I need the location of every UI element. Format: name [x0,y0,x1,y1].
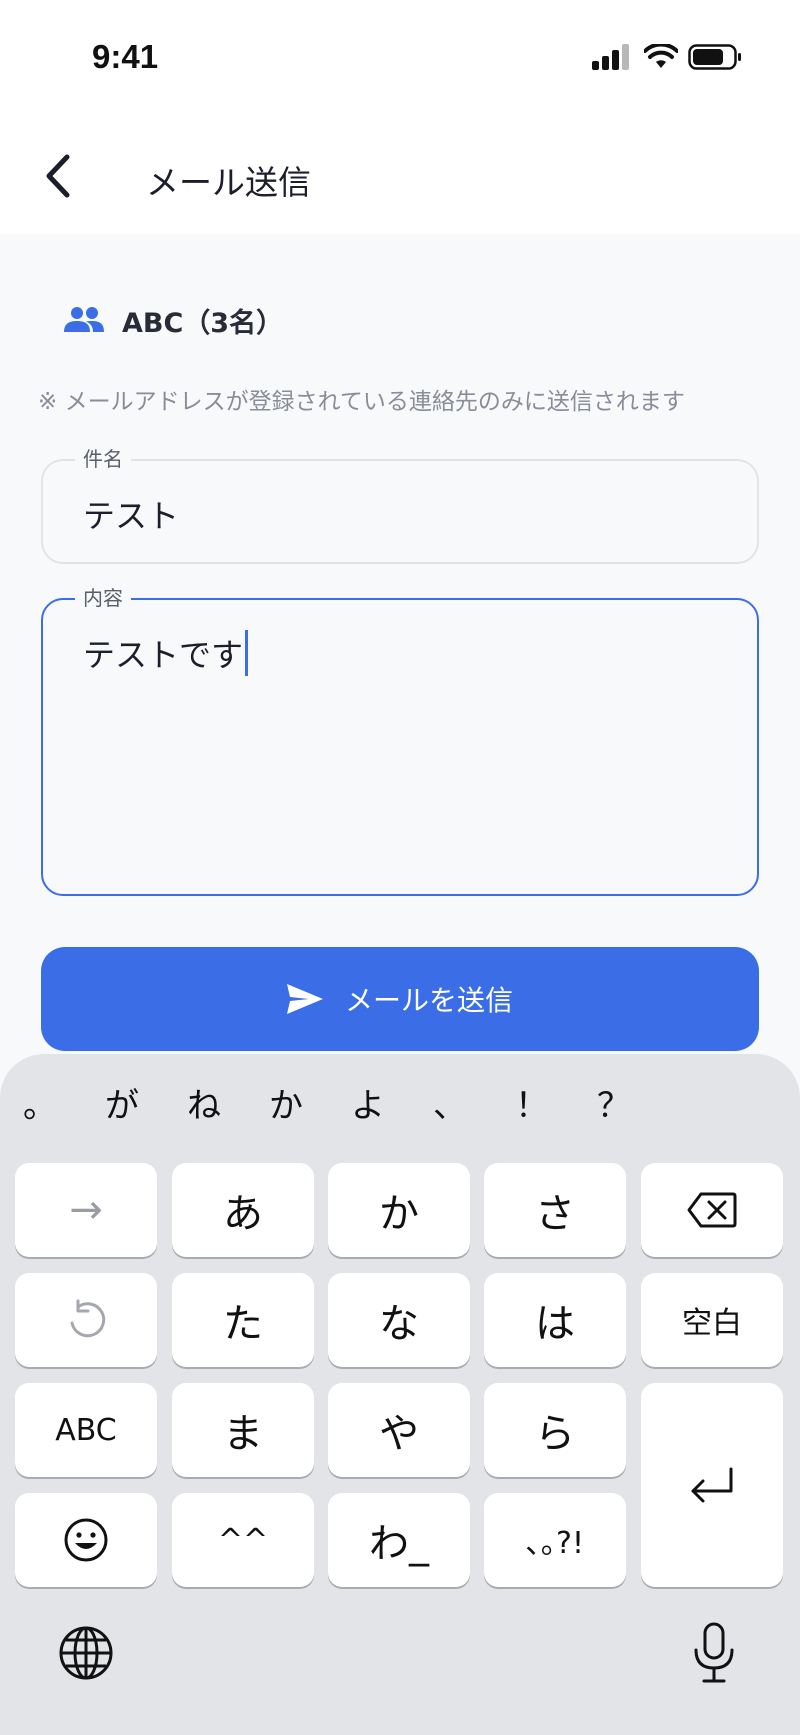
key-ma[interactable]: ま [172,1383,314,1477]
send-button-label: メールを送信 [344,984,513,1017]
back-button[interactable] [30,148,86,204]
key-ha[interactable]: は [484,1273,626,1367]
key-a[interactable]: あ [172,1163,314,1257]
return-key[interactable] [641,1383,783,1587]
status-bar: 9:41 [0,0,800,120]
globe-button[interactable] [54,1621,118,1685]
emoji-key[interactable] [15,1493,157,1587]
wifi-icon [644,44,678,68]
key-sa[interactable]: さ [484,1163,626,1257]
send-mail-button[interactable]: メールを送信 [41,947,759,1051]
microphone-button[interactable] [682,1621,746,1685]
people-icon [64,307,104,332]
key-ya[interactable]: や [328,1383,470,1477]
globe-icon [59,1626,113,1680]
recipient-label: ABC（3名） [122,307,284,339]
microphone-icon [694,1622,734,1683]
subject-field[interactable]: 件名 テスト [41,447,759,564]
content-value: テストです [83,636,244,674]
key-ka[interactable]: か [328,1163,470,1257]
suggestion-item[interactable]: ね [174,1076,234,1136]
status-time: 9:41 [92,38,159,75]
key-wa[interactable]: わ_ [328,1493,470,1587]
signal-icon [592,44,629,70]
recipient-group: ABC（3名） [64,298,283,342]
app-header: メール送信 [0,120,800,234]
next-key-label: → [69,1187,103,1233]
key-ra[interactable]: ら [484,1383,626,1477]
subject-value: テスト [83,497,180,535]
undo-icon [70,1299,106,1338]
suggestion-item[interactable]: ？ [584,1076,644,1136]
key-ta[interactable]: た [172,1273,314,1367]
notice-text: ※ メールアドレスが登録されている連絡先のみに送信されます [38,389,685,415]
text-caret [245,630,249,676]
suggestion-item[interactable]: が [92,1076,152,1136]
suggestion-item[interactable]: よ [338,1076,398,1136]
suggestion-item[interactable]: か [256,1076,316,1136]
delete-key[interactable] [641,1163,783,1257]
key-punctuation[interactable]: ､｡?! [484,1493,626,1587]
suggestion-item[interactable]: 、 [420,1076,480,1136]
content-value-wrap: テストです [83,630,249,680]
abc-key[interactable]: ABC [15,1383,157,1477]
subject-label: 件名 [75,447,131,471]
content-label: 内容 [75,586,131,610]
undo-key[interactable] [15,1273,157,1367]
chevron-left-icon [46,154,70,198]
send-icon [286,984,323,1014]
battery-icon [688,44,741,70]
page-title: メール送信 [146,163,311,202]
content-field[interactable]: 内容 テストです [41,586,759,896]
suggestion-bar: 。 が ね か よ 、 ！ ？ [0,1076,800,1136]
suggestion-item[interactable]: ！ [502,1076,562,1136]
keyboard: 。 が ね か よ 、 ！ ？ → あ か さ た な は 空白 ABC ま や… [0,1054,800,1735]
space-key[interactable]: 空白 [641,1273,783,1367]
return-icon [691,1467,733,1503]
suggestion-item[interactable]: 。 [10,1076,70,1136]
next-key[interactable]: → [15,1163,157,1257]
key-kaomoji[interactable]: ^^ [172,1493,314,1587]
key-na[interactable]: な [328,1273,470,1367]
delete-icon [687,1192,737,1228]
emoji-icon [64,1518,108,1562]
